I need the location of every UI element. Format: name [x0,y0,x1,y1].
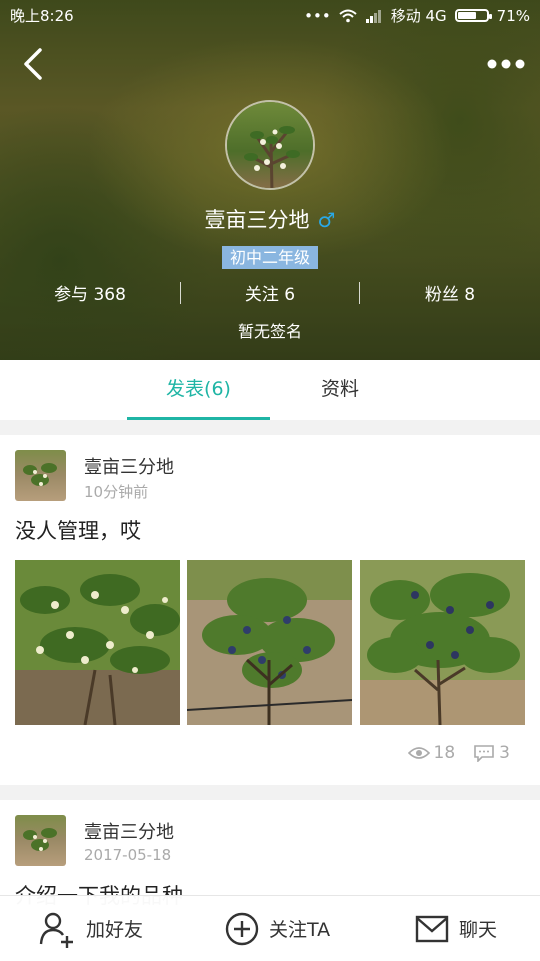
status-time: 晚上8:26 [10,7,74,25]
profile-header: 晚上8:26 ••• 移动 4G 71% 壹亩三分地 ♂ 初中二年级 参与 36… [0,0,540,360]
chat-button[interactable]: 聊天 [415,896,497,961]
comment-icon [474,745,494,762]
back-icon[interactable] [18,44,52,84]
male-gender-icon: ♂ [317,208,336,232]
profile-tabs: 发表(6) 资料 [0,360,540,420]
wifi-icon [339,9,357,22]
chat-label: 聊天 [459,919,498,941]
profile-avatar[interactable] [225,100,315,190]
post-author-name[interactable]: 壹亩三分地 [84,818,174,844]
level-badge: 初中二年级 [222,246,318,269]
follow-button[interactable]: 关注TA [225,896,330,961]
signal-icon [365,9,381,23]
post-author-name[interactable]: 壹亩三分地 [84,453,174,479]
post-author-avatar[interactable] [15,450,66,501]
bottom-action-bar: 加好友 关注TA 聊天 [0,895,540,961]
battery-percent: 71% [496,6,530,25]
profile-signature: 暂无签名 [237,322,302,341]
stat-participate[interactable]: 参与 368 [0,280,180,305]
carrier-label: 移动 4G [390,7,447,25]
profile-name: 壹亩三分地 [204,208,310,232]
status-bar: 晚上8:26 ••• 移动 4G 71% [0,0,540,30]
follow-label: 关注TA [269,919,331,941]
comment-count: 3 [499,743,510,763]
post-timestamp: 10分钟前 [84,483,149,501]
view-count: 18 [433,743,456,763]
post-card[interactable]: 壹亩三分地 10分钟前 没人管理，哎 18 3 [0,435,540,785]
post-author-avatar[interactable] [15,815,66,866]
envelope-icon [415,915,449,942]
add-friend-label: 加好友 [86,919,144,941]
stat-following[interactable]: 关注 6 [180,280,360,305]
post-timestamp: 2017-05-18 [84,846,172,864]
tab-posts[interactable]: 发表(6) [127,360,270,420]
tab-info[interactable]: 资料 [290,360,390,420]
post-stats: 18 3 [407,743,510,763]
stat-followers[interactable]: 粉丝 8 [360,280,540,305]
post-photo[interactable] [360,560,525,725]
post-image-grid [15,560,525,725]
more-dots-icon[interactable] [486,54,526,74]
add-friend-icon [39,912,73,948]
post-photo[interactable] [187,560,352,725]
add-friend-button[interactable]: 加好友 [38,896,143,961]
plus-circle-icon [225,912,259,945]
notification-dots-icon: ••• [304,6,331,25]
battery-icon [454,9,492,22]
eye-icon [407,747,430,759]
profile-stats: 参与 368 关注 6 粉丝 8 [0,280,540,306]
post-photo[interactable] [15,560,180,725]
tab-active-indicator [127,417,270,420]
post-text: 没人管理，哎 [15,519,141,543]
